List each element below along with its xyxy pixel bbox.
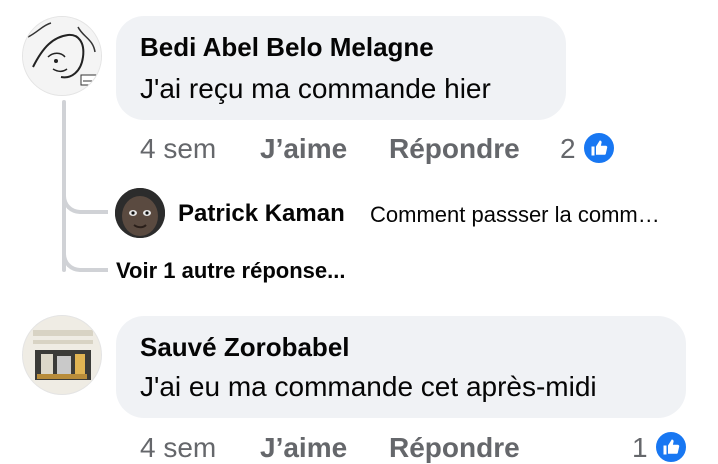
reaction-count[interactable]: 1	[632, 432, 648, 464]
thumbs-up-icon[interactable]	[582, 131, 616, 165]
avatar[interactable]	[115, 188, 165, 238]
reaction-count[interactable]: 2	[560, 133, 576, 165]
avatar[interactable]	[22, 16, 102, 96]
comment-author[interactable]: Sauvé Zorobabel	[140, 332, 350, 362]
thumbs-up-icon[interactable]	[654, 430, 688, 464]
sketch-portrait-icon	[23, 17, 101, 95]
reply-button[interactable]: Répondre	[389, 133, 520, 165]
like-button[interactable]: J’aime	[260, 432, 347, 464]
face-photo-icon	[115, 188, 165, 238]
avatar[interactable]	[22, 315, 102, 395]
comment-text: J'ai reçu ma commande hier	[140, 73, 491, 104]
reply-author[interactable]: Patrick Kaman	[178, 199, 345, 229]
thread-connector-more	[62, 244, 108, 272]
like-button[interactable]: J’aime	[260, 133, 347, 165]
view-more-replies-link[interactable]: Voir 1 autre réponse...	[116, 256, 345, 286]
reply-button[interactable]: Répondre	[389, 432, 520, 464]
comment-text: J'ai eu ma commande cet après-midi	[140, 371, 597, 402]
comment-bubble: Bedi Abel Belo Melagne J'ai reçu ma comm…	[116, 16, 566, 120]
product-photo-icon	[23, 316, 101, 394]
comment-author[interactable]: Bedi Abel Belo Melagne	[140, 32, 434, 62]
comment-time[interactable]: 4 sem	[140, 133, 216, 165]
comment-time[interactable]: 4 sem	[140, 432, 216, 464]
thread-connector-reply	[62, 186, 108, 214]
reply-text[interactable]: Comment passser la comm…	[370, 200, 660, 230]
comment-bubble: Sauvé Zorobabel J'ai eu ma commande cet …	[116, 316, 686, 418]
